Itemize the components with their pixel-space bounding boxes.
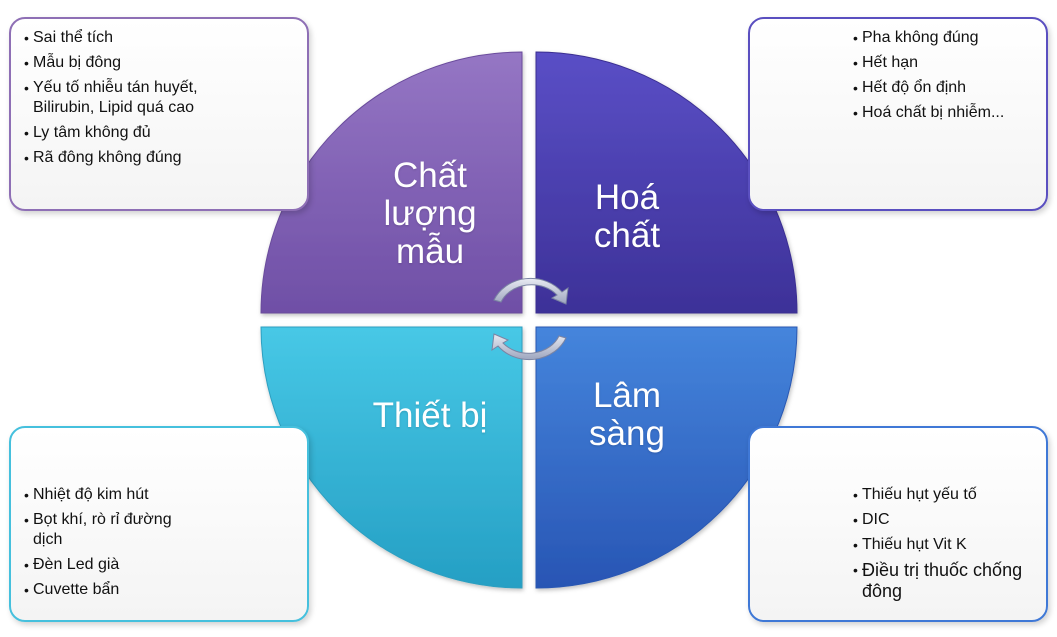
list-item: Thiếu hụt Vit K xyxy=(853,535,1036,555)
list-item: Hoá chất bị nhiễm... xyxy=(853,103,1036,123)
list-item: Thiếu hụt yếu tố xyxy=(853,485,1036,505)
list-item: Yếu tố nhiễu tán huyết, Bilirubin, Lipid… xyxy=(24,78,223,118)
list-item: Hết độ ổn định xyxy=(853,78,1036,98)
callout-box-clinical: Thiếu hụt yếu tố DIC Thiếu hụt Vit K Điề… xyxy=(748,426,1048,622)
list-item: Rã đông không đúng xyxy=(24,148,297,168)
quadrant-label-equipment: Thiết bị xyxy=(372,396,488,435)
cycle-arrows-icon xyxy=(491,277,569,361)
quadrant-label-reagents: Hoá chất xyxy=(593,178,661,255)
list-item: Ly tâm không đủ xyxy=(24,123,297,143)
list-item: Nhiệt độ kim hút xyxy=(24,485,297,505)
list-item: Cuvette bẩn xyxy=(24,580,297,600)
callout-box-reagents: Pha không đúng Hết hạn Hết độ ổn định Ho… xyxy=(748,17,1048,211)
bullet-list: Pha không đúng Hết hạn Hết độ ổn định Ho… xyxy=(853,28,1036,123)
list-item: Đèn Led già xyxy=(24,555,297,575)
list-item: Pha không đúng xyxy=(853,28,1036,48)
list-item: Bọt khí, rò rỉ đường dịch xyxy=(24,510,203,550)
list-item: Sai thể tích xyxy=(24,28,297,48)
list-item: Điều trị thuốc chống đông xyxy=(853,560,1047,602)
bullet-list: Sai thể tích Mẫu bị đông Yếu tố nhiễu tá… xyxy=(24,28,297,168)
list-item: Mẫu bị đông xyxy=(24,53,297,73)
bullet-list: Thiếu hụt yếu tố DIC Thiếu hụt Vit K Điề… xyxy=(853,485,1036,602)
quadrant-label-sample-quality: Chất lượng mẫu xyxy=(383,156,477,271)
callout-box-sample-quality: Sai thể tích Mẫu bị đông Yếu tố nhiễu tá… xyxy=(9,17,309,211)
bullet-list: Nhiệt độ kim hút Bọt khí, rò rỉ đường dị… xyxy=(24,485,297,600)
quadrant-label-clinical: Lâm sàng xyxy=(589,376,665,453)
list-item: Hết hạn xyxy=(853,53,1036,73)
callout-box-equipment: Nhiệt độ kim hút Bọt khí, rò rỉ đường dị… xyxy=(9,426,309,622)
list-item: DIC xyxy=(853,510,1036,530)
